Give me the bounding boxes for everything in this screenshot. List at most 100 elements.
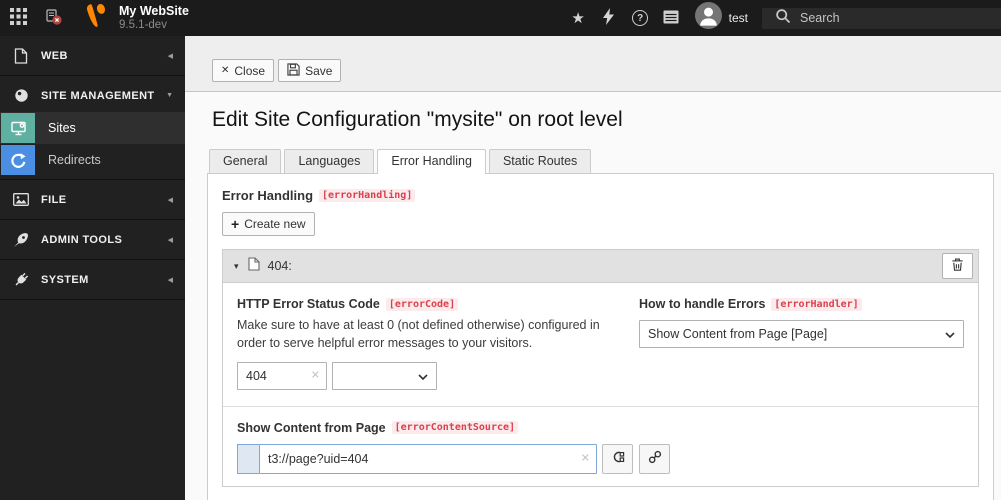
rocket-icon [12, 232, 30, 248]
error-handler-field: How to handle Errors [errorHandler] Show… [639, 297, 964, 390]
chevron-left-icon: ◀ [167, 196, 173, 204]
top-bar-tools: ★ ? test Search [563, 0, 1001, 36]
section-title: Error Handling [222, 188, 314, 203]
chevron-down-icon [945, 327, 955, 341]
item-panel-header[interactable]: ▾ 404: [223, 250, 978, 283]
sites-module-icon [1, 113, 35, 143]
item-panel-label: 404: [267, 259, 292, 273]
insert-record-icon [611, 450, 625, 467]
field-key-badge: [errorCode] [385, 297, 459, 311]
page-file-icon [247, 256, 260, 276]
grid-icon [9, 8, 27, 28]
sidebar-section-label: WEB [41, 49, 68, 62]
sidebar-section-admin-tools[interactable]: ADMIN TOOLS ◀ [0, 223, 185, 256]
page-title: Edit Site Configuration "mysite" on root… [212, 108, 623, 131]
chevron-left-icon: ◀ [167, 236, 173, 244]
select-value: Show Content from Page [Page] [648, 327, 828, 341]
open-documents-button[interactable] [36, 0, 72, 36]
sidebar-separator [0, 219, 185, 220]
module-body: ✕ Close Save Edit Site Configuration "my… [185, 36, 1001, 500]
sidebar-item-label: Redirects [48, 153, 101, 167]
chevron-left-icon: ◀ [167, 276, 173, 284]
site-title: My WebSite [119, 3, 189, 18]
sidebar-section-web[interactable]: WEB ◀ [0, 39, 185, 72]
sidebar-section-system[interactable]: SYSTEM ◀ [0, 263, 185, 296]
chevron-down-icon: ▼ [166, 92, 173, 99]
record-browser-button[interactable] [602, 443, 633, 474]
tab-general[interactable]: General [209, 149, 282, 173]
brand-text: My WebSite 9.5.1-dev [119, 4, 189, 33]
sidebar-separator [0, 75, 185, 76]
search-input[interactable] [800, 11, 940, 25]
create-new-label: Create new [244, 217, 306, 231]
input-status-segment[interactable] [237, 443, 259, 474]
open-documents-close-icon [45, 8, 63, 29]
search-icon [775, 8, 791, 29]
item-panel-body: HTTP Error Status Code [errorCode] Make … [223, 283, 978, 486]
field-key-badge: [errorContentSource] [391, 421, 519, 434]
top-bar: My WebSite 9.5.1-dev ★ ? test Search [0, 0, 1001, 36]
save-button[interactable]: Save [278, 59, 342, 82]
error-code-select[interactable] [332, 361, 437, 390]
typo3-version: 9.5.1-dev [119, 18, 167, 31]
chevron-down-icon [418, 369, 428, 383]
chevron-left-icon: ◀ [167, 52, 173, 60]
error-code-field: HTTP Error Status Code [errorCode] Make … [237, 297, 613, 390]
trash-icon [951, 257, 964, 275]
delete-button[interactable] [942, 253, 973, 279]
section-divider [223, 405, 978, 407]
error-content-source-input[interactable] [259, 443, 597, 474]
toolbar-search[interactable] [762, 7, 1001, 29]
sidebar-section-label: FILE [41, 193, 67, 206]
caret-down-icon: ▾ [234, 260, 239, 271]
close-button-label: Close [234, 63, 266, 78]
error-handling-item-panel: ▾ 404: HTTP Error Status Code [errorCode… [222, 249, 979, 487]
tab-static-routes[interactable]: Static Routes [488, 149, 592, 173]
bookmarks-button[interactable]: ★ [563, 11, 594, 26]
sidebar-item-redirects[interactable]: Redirects [0, 144, 185, 176]
redirects-module-icon [1, 145, 35, 175]
avatar [694, 2, 722, 34]
help-button[interactable]: ? [625, 10, 656, 26]
doc-header: ✕ Close Save [185, 36, 1001, 92]
module-content: Edit Site Configuration "mysite" on root… [185, 92, 1001, 500]
field-label: HTTP Error Status Code [237, 297, 380, 311]
lightning-bolt-icon [603, 8, 615, 28]
save-button-label: Save [305, 63, 333, 78]
field-label: Show Content from Page [237, 420, 386, 435]
sidebar-item-sites[interactable]: Sites [0, 112, 185, 144]
close-button[interactable]: ✕ Close [212, 59, 275, 82]
system-information-button[interactable] [656, 10, 687, 27]
sidebar-section-file[interactable]: FILE ◀ [0, 183, 185, 216]
clear-cache-button[interactable] [594, 8, 625, 28]
link-icon [648, 450, 662, 467]
save-floppy-icon [287, 62, 300, 79]
sidebar-item-label: Sites [48, 121, 76, 135]
user-menu[interactable]: test [687, 2, 762, 34]
field-key-badge: [errorHandler] [771, 297, 862, 311]
module-menu-toggle-button[interactable] [0, 0, 36, 36]
field-label: How to handle Errors [639, 297, 766, 311]
sidebar-separator [0, 259, 185, 260]
tab-content-panel: Error Handling [errorHandling] + Create … [207, 173, 994, 500]
sidebar-section-label: SYSTEM [41, 273, 89, 286]
question-mark-icon: ? [632, 10, 649, 26]
error-handler-select[interactable]: Show Content from Page [Page] [639, 320, 964, 348]
field-key-badge: [errorHandling] [319, 189, 416, 202]
brand[interactable]: My WebSite 9.5.1-dev [72, 0, 199, 36]
create-new-button[interactable]: + Create new [222, 212, 315, 236]
tab-error-handling[interactable]: Error Handling [377, 149, 486, 174]
typo3-logo-icon [82, 1, 111, 35]
section-header: Error Handling [errorHandling] [222, 188, 979, 203]
plug-icon [12, 272, 30, 288]
link-browser-button[interactable] [639, 443, 670, 474]
clear-icon[interactable]: ✕ [311, 370, 320, 381]
error-content-source-field: Show Content from Page [errorContentSour… [237, 421, 964, 474]
clear-icon[interactable]: ✕ [581, 453, 590, 464]
sidebar-section-label: SITE MANAGEMENT [41, 89, 155, 102]
sidebar-section-site-management[interactable]: SITE MANAGEMENT ▼ [0, 79, 185, 112]
tab-languages[interactable]: Languages [284, 149, 375, 173]
sidebar-separator [0, 299, 185, 300]
globe-icon [12, 88, 30, 103]
star-icon: ★ [571, 9, 585, 27]
